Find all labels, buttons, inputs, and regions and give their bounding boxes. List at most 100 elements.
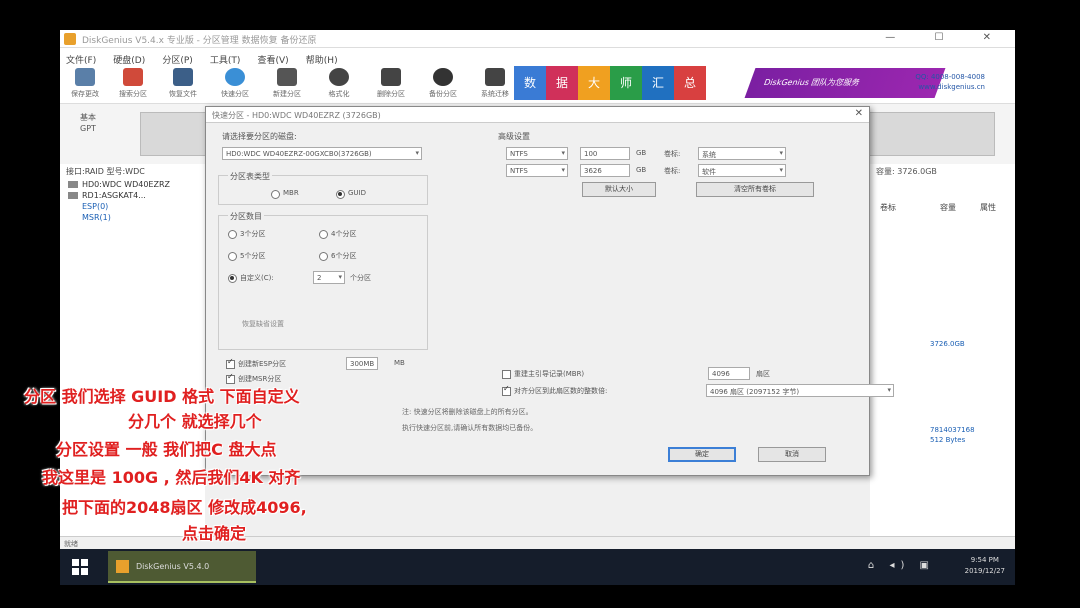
partition-1-unit: GB (636, 149, 647, 157)
esp-unit: MB (394, 359, 405, 367)
disk-icon (68, 181, 78, 188)
partition-1-fs[interactable]: NTFS (506, 147, 568, 160)
count-6-radio[interactable]: 6个分区 (319, 251, 356, 261)
rebuild-mbr-checkbox[interactable]: 重建主引导记录(MBR) (502, 369, 584, 379)
video-frame: DiskGenius V5.4.x 专业版 - 分区管理 数据恢复 备份还原 —… (0, 0, 1080, 608)
note-line-2: 执行快速分区前,请确认所有数据均已备份。 (402, 424, 538, 432)
delete-icon (381, 68, 401, 86)
tray-icons[interactable]: ⌂ ◂) ▣ (868, 560, 935, 571)
recover-icon (173, 68, 193, 86)
count-suffix: 个分区 (350, 274, 371, 282)
save-icon (75, 68, 95, 86)
window-controls[interactable]: — ☐ ✕ (885, 32, 1009, 43)
partition-1-size[interactable]: 100 (580, 147, 630, 160)
partition-2-label-caption: 卷标: (664, 167, 681, 175)
info-value: 3726.0GB (930, 340, 965, 348)
system-migrate-button[interactable]: 系统迁移 (472, 66, 518, 102)
format-icon (329, 68, 349, 86)
partition-1-label-select[interactable]: 系统 (698, 147, 786, 160)
quick-partition-icon (225, 68, 245, 86)
banner-tile: 汇 (642, 66, 674, 100)
column-attr[interactable]: 属性 (980, 202, 996, 213)
app-icon (64, 33, 76, 45)
align-unit: 扇区 (756, 370, 770, 378)
tree-item[interactable]: ESP(0) (60, 201, 205, 212)
advanced-settings-label: 高级设置 (498, 132, 530, 141)
disk-info-header: 容量: 3726.0GB (876, 167, 937, 176)
window-title: DiskGenius V5.4.x 专业版 - 分区管理 数据恢复 备份还原 (82, 36, 317, 46)
banner-tile: 据 (546, 66, 578, 100)
info-value: 512 Bytes (930, 436, 966, 444)
disk-icon (68, 192, 78, 199)
windows-start-icon[interactable] (72, 559, 88, 575)
toolbar: 保存更改 搜索分区 恢复文件 快速分区 新建分区 格式化 删除分区 备份分区 系… (60, 64, 1015, 104)
clear-labels-button[interactable]: 清空所有卷标 (696, 182, 814, 197)
taskbar-app-button[interactable]: DiskGenius V5.4.0 (108, 551, 256, 583)
diskgenius-icon (116, 560, 129, 573)
target-disk-label: 请选择要分区的磁盘: (222, 132, 297, 141)
banner-tile: 数 (514, 66, 546, 100)
column-capacity[interactable]: 容量 (940, 202, 956, 213)
tree-item[interactable]: RD1:ASGKAT4... (60, 190, 205, 201)
disk-tree-header: 接口:RAID 型号:WDC (66, 167, 145, 176)
subtitle-line-2: 分几个 就选择几个 (128, 412, 262, 431)
partition-count-label: 分区数目 (228, 211, 264, 222)
recover-files-button[interactable]: 恢复文件 (160, 66, 206, 102)
partition-2-fs[interactable]: NTFS (506, 164, 568, 177)
subtitle-line-1: 分区 我们选择 GUID 格式 下面自定义 (24, 387, 300, 406)
banner-tile: 师 (610, 66, 642, 100)
count-3-radio[interactable]: 3个分区 (228, 229, 265, 239)
partition-2-size[interactable]: 3626 (580, 164, 630, 177)
taskbar: DiskGenius V5.4.0 ⌂ ◂) ▣ 9:54 PM 2019/12… (60, 549, 1015, 585)
new-partition-icon (277, 68, 297, 86)
window-titlebar: DiskGenius V5.4.x 专业版 - 分区管理 数据恢复 备份还原 —… (60, 30, 1015, 48)
partition-2-label-select[interactable]: 软件 (698, 164, 786, 177)
disk-type-label: 基本 GPT (80, 113, 96, 133)
disk-info-panel: 容量: 3726.0GB 卷标 容量 属性 3726.0GB 781403716… (870, 164, 1015, 544)
tree-item[interactable]: HD0:WDC WD40EZRZ (60, 179, 205, 190)
restore-default-link[interactable]: 恢复缺省设置 (242, 319, 284, 329)
align-checkbox[interactable]: 对齐分区到此扇区数的整数倍: (502, 384, 607, 396)
cancel-button[interactable]: 取消 (758, 447, 826, 462)
column-volume[interactable]: 卷标 (880, 202, 896, 213)
partition-2-unit: GB (636, 166, 647, 174)
tree-item[interactable]: MSR(1) (60, 212, 205, 223)
count-5-radio[interactable]: 5个分区 (228, 251, 265, 261)
default-size-button[interactable]: 默认大小 (582, 182, 656, 197)
banner-tile: 总 (674, 66, 706, 100)
subtitle-line-5: 把下面的2048扇区 修改成4096, (62, 498, 307, 517)
dialog-title: 快速分区 - HD0:WDC WD40EZRZ (3726GB) (212, 111, 381, 120)
align-select[interactable]: 4096 扇区 (2097152 字节) (706, 384, 894, 397)
clock[interactable]: 9:54 PM 2019/12/27 (965, 555, 1005, 577)
count-4-radio[interactable]: 4个分区 (319, 229, 356, 239)
subtitle-line-6: 点击确定 (182, 524, 247, 543)
search-partition-button[interactable]: 搜索分区 (110, 66, 156, 102)
banner-tile: 大 (578, 66, 610, 100)
save-button[interactable]: 保存更改 (62, 66, 108, 102)
subtitle-line-3: 分区设置 一般 我们把C 盘大点 (56, 440, 277, 459)
partition-table-label: 分区表类型 (228, 171, 272, 182)
banner-info: QQ: 4008-008-4008 www.diskgenius.cn (915, 73, 985, 91)
close-icon[interactable]: ✕ (855, 108, 863, 119)
ok-button[interactable]: 确定 (668, 447, 736, 462)
guid-radio[interactable]: GUID (336, 189, 366, 199)
new-partition-button[interactable]: 新建分区 (264, 66, 310, 102)
migrate-icon (485, 68, 505, 86)
custom-count-select[interactable]: 2 (313, 271, 345, 284)
quick-partition-dialog: 快速分区 - HD0:WDC WD40EZRZ (3726GB) ✕ 请选择要分… (205, 106, 894, 476)
info-value: 7814037168 (930, 426, 975, 434)
quick-partition-button[interactable]: 快速分区 (212, 66, 258, 102)
subtitle-line-4: 我这里是 100G , 然后我们4K 对齐 (42, 468, 301, 487)
align-sectors-field[interactable]: 4096 (708, 367, 750, 380)
custom-count-radio[interactable]: 自定义(C): (228, 273, 274, 283)
target-disk-select[interactable]: HD0:WDC WD40EZRZ-00GXCB0(3726GB) (222, 147, 422, 160)
search-icon (123, 68, 143, 86)
esp-size-field[interactable]: 300MB (346, 357, 378, 370)
backup-partition-button[interactable]: 备份分区 (420, 66, 466, 102)
delete-partition-button[interactable]: 删除分区 (368, 66, 414, 102)
mbr-radio[interactable]: MBR (271, 189, 299, 199)
create-esp-checkbox[interactable]: 创建新ESP分区 (226, 357, 286, 369)
format-button[interactable]: 格式化 (316, 66, 362, 102)
backup-icon (433, 68, 453, 86)
menu-bar: 文件(F) 硬盘(D) 分区(P) 工具(T) 查看(V) 帮助(H) (60, 48, 1015, 66)
